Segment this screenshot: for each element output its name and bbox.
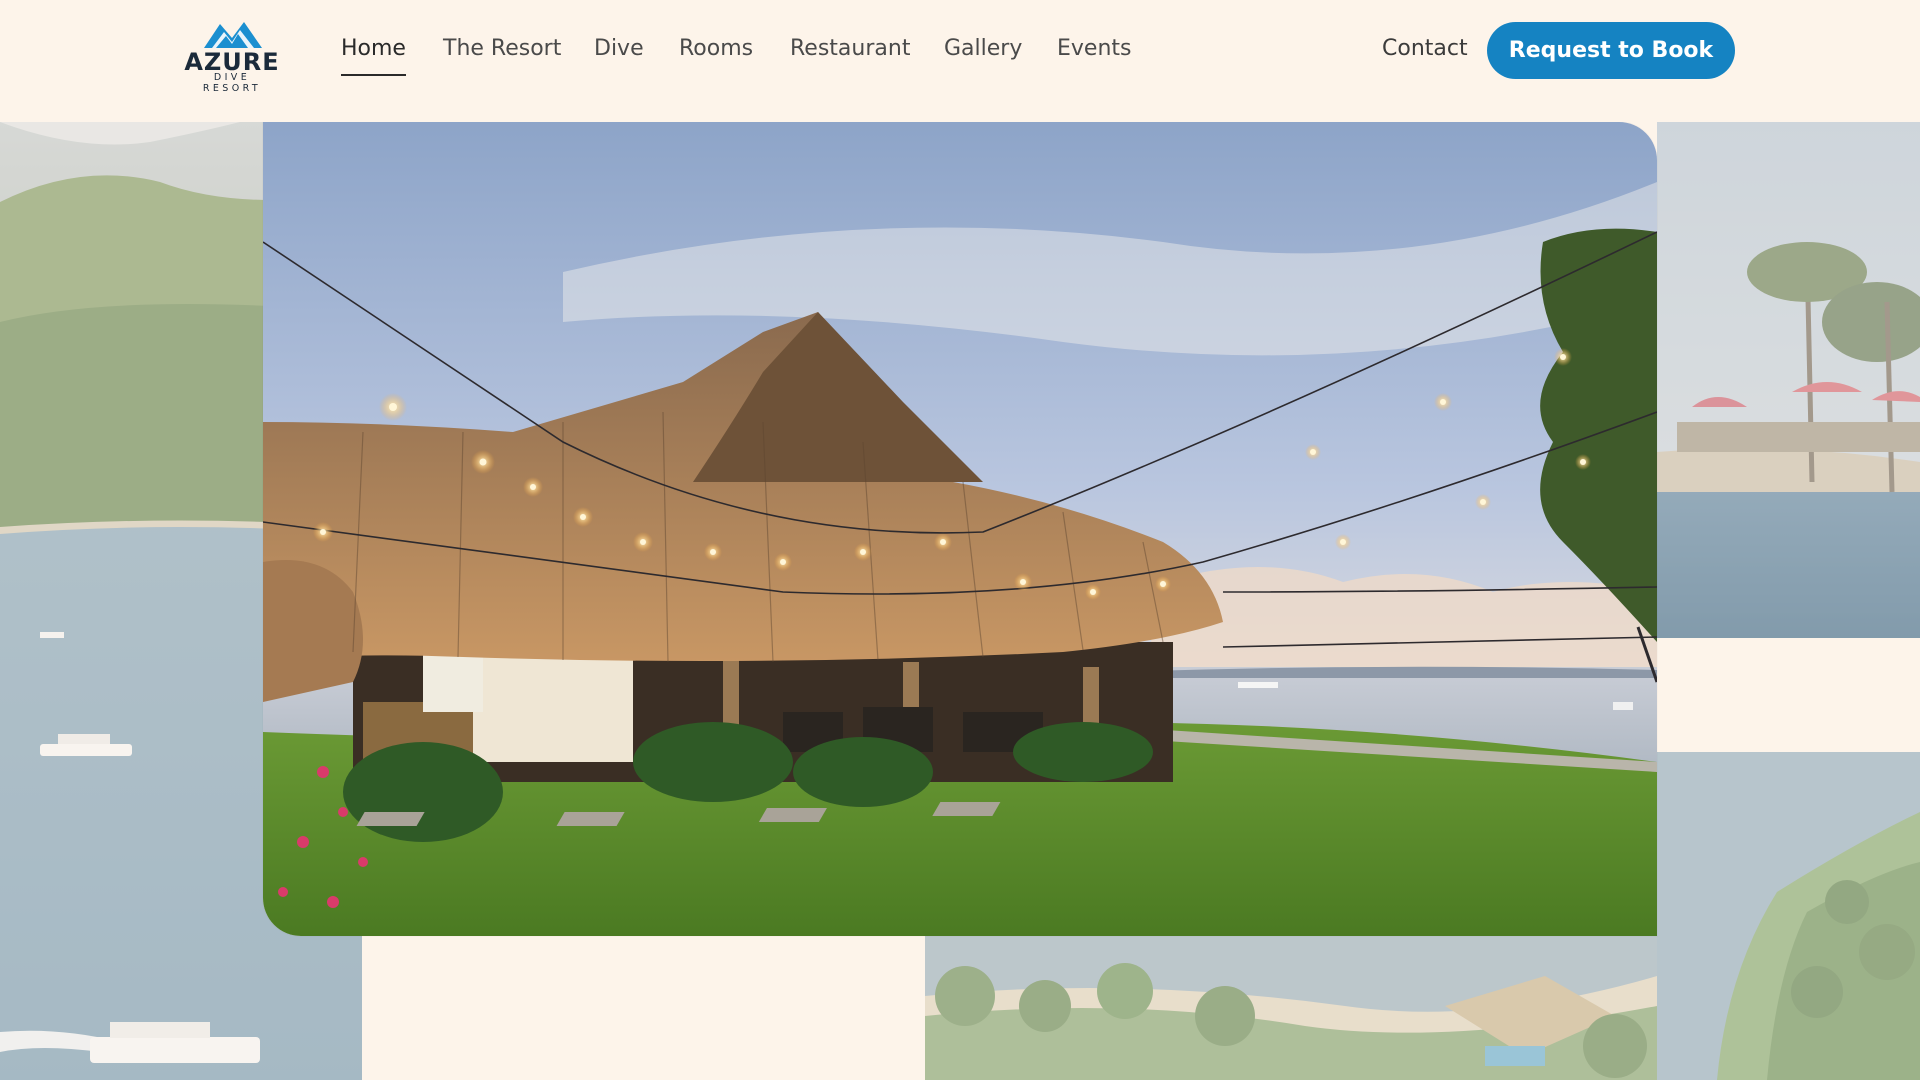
nav-item-dive[interactable]: Dive (594, 34, 644, 74)
nav-item-label: Rooms (679, 36, 754, 61)
aerial-coast-image (1657, 752, 1920, 1080)
nav-item-the-resort[interactable]: The Resort (443, 34, 561, 74)
aerial-resort-image (925, 936, 1657, 1080)
nav-item-events[interactable]: Events (1057, 34, 1132, 74)
brand-logo[interactable]: AZURE DIVE RESORT (182, 18, 282, 94)
nav-item-label: The Resort (443, 36, 562, 61)
nav-item-home[interactable]: Home (341, 34, 406, 76)
nav-item-label: Events (1057, 36, 1132, 61)
nav-item-label: Gallery (944, 36, 1023, 61)
active-underline (341, 74, 406, 76)
nav-item-rooms[interactable]: Rooms (679, 34, 753, 74)
hero-image (263, 122, 1657, 936)
nav-item-label: Restaurant (790, 36, 911, 61)
site-header: AZURE DIVE RESORT Home The Resort Dive R… (0, 0, 1920, 122)
book-button-label: Request to Book (1508, 38, 1714, 63)
nav-item-label: Home (341, 36, 406, 61)
request-to-book-button[interactable]: Request to Book (1487, 22, 1735, 79)
restaurant-pavilion-image (263, 122, 1657, 936)
brand-tagline: DIVE RESORT (202, 72, 262, 94)
nav-item-gallery[interactable]: Gallery (944, 34, 1022, 74)
nav-item-restaurant[interactable]: Restaurant (790, 34, 910, 74)
pool-image (1657, 122, 1920, 638)
nav-item-label: Dive (594, 36, 644, 61)
contact-link[interactable]: Contact (1382, 34, 1468, 64)
